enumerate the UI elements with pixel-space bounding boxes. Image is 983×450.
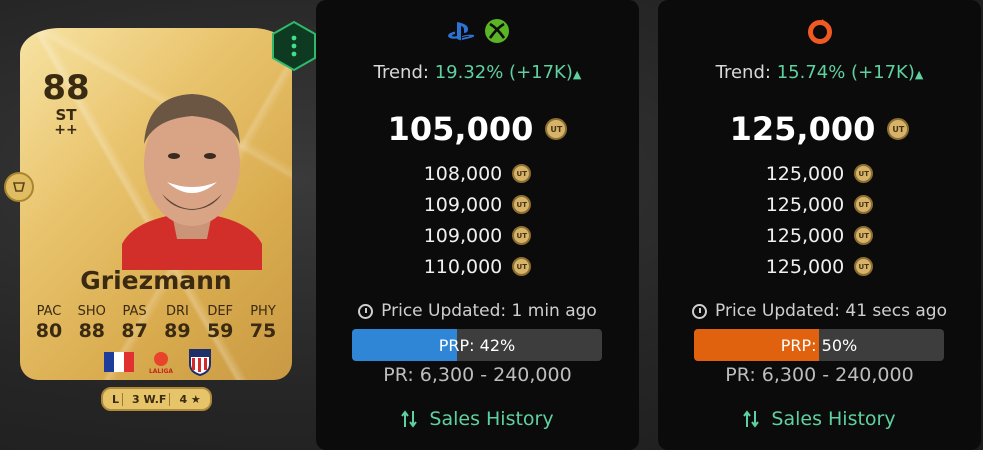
prp-bar: PRP: 50% xyxy=(694,329,944,361)
coin-icon: UT xyxy=(854,195,874,214)
sort-arrows-icon xyxy=(743,410,760,428)
coin-icon: UT xyxy=(887,118,910,140)
lowest-bin-price: 105,000 UT xyxy=(316,110,639,148)
trend-value: 19.32% (+17K) xyxy=(434,62,573,83)
card-stats: PAC 80 SHO 88 PAS 87 DRI 89 DEF 59 PHY 75 xyxy=(28,304,284,342)
price-updated: Price Updated: 1 min ago xyxy=(316,301,639,321)
card-playstyle-plus: ++ xyxy=(54,122,78,138)
player-photo xyxy=(122,94,262,270)
price-panel-console: Trend: 19.32% (+17K)▲ 105,000 UT 108,000… xyxy=(316,0,639,450)
laliga-wordmark: LALIGA xyxy=(149,368,173,375)
xbox-icon xyxy=(484,19,509,43)
price-list-item: 125,000 UT xyxy=(658,220,981,251)
price-list-item: 109,000 UT xyxy=(316,189,639,220)
card-rating: 88 xyxy=(42,68,90,108)
clock-icon xyxy=(692,303,708,319)
more-options-icon[interactable] xyxy=(270,20,318,72)
stat-def: DEF 59 xyxy=(206,304,234,342)
coin-icon: UT xyxy=(854,257,874,276)
trend-value: 15.74% (+17K) xyxy=(776,62,915,83)
player-name: Griezmann xyxy=(80,266,232,295)
price-range: PR: 6,300 - 240,000 xyxy=(725,364,914,386)
prp-bar: PRP: 42% xyxy=(352,329,602,361)
price-list-item: 109,000 UT xyxy=(316,220,639,251)
card-badges: LALIGA xyxy=(104,348,212,376)
prp-label: PRP: 42% xyxy=(438,335,516,355)
trend-text: Trend: 15.74% (+17K)▲ xyxy=(715,62,924,83)
price-updated: Price Updated: 41 secs ago xyxy=(658,301,981,321)
playstyle-icon xyxy=(4,172,34,202)
playstation-icon xyxy=(447,22,474,41)
origin-icon xyxy=(807,19,832,44)
coin-icon: UT xyxy=(512,195,532,214)
price-list-item: 108,000 UT xyxy=(316,158,639,189)
price-list: 108,000 UT 109,000 UT 109,000 UT 110,000 UT xyxy=(316,158,639,282)
price-list-item: 125,000 UT xyxy=(658,158,981,189)
weak-foot: 3 W.F xyxy=(129,392,171,406)
clock-icon xyxy=(358,303,374,319)
laliga-logo-icon: LALIGA xyxy=(149,352,173,375)
price-list-item: 125,000 UT xyxy=(658,251,981,282)
card-attributes: L 3 W.F 4 ★ xyxy=(101,387,212,411)
price-range: PR: 6,300 - 240,000 xyxy=(383,364,572,386)
trend-up-icon: ▲ xyxy=(914,68,924,81)
stat-sho: SHO 88 xyxy=(77,304,106,342)
sales-history-button[interactable]: Sales History xyxy=(658,408,981,430)
price-list-item: 110,000 UT xyxy=(316,251,639,282)
lowest-bin-price: 125,000 UT xyxy=(658,110,981,148)
coin-icon: UT xyxy=(854,226,874,245)
platform-icons xyxy=(316,16,639,46)
stat-pas: PAS 87 xyxy=(121,304,148,342)
trend-up-icon: ▲ xyxy=(572,68,582,81)
coin-icon: UT xyxy=(545,118,568,140)
platform-icons xyxy=(658,16,981,46)
preferred-foot: L xyxy=(109,392,124,406)
price-list-item: 125,000 UT xyxy=(658,189,981,220)
sort-arrows-icon xyxy=(401,410,418,428)
stat-phy: PHY 75 xyxy=(249,304,277,342)
skill-moves: 4 ★ xyxy=(179,392,201,406)
coin-icon: UT xyxy=(854,164,874,183)
coin-icon: UT xyxy=(512,164,532,183)
france-flag-icon xyxy=(104,352,134,372)
price-panel-pc: Trend: 15.74% (+17K)▲ 125,000 UT 125,000… xyxy=(658,0,981,450)
coin-icon: UT xyxy=(512,257,532,276)
stat-pac: PAC 80 xyxy=(35,304,63,342)
price-list: 125,000 UT 125,000 UT 125,000 UT 125,000 UT xyxy=(658,158,981,282)
player-card-area: 88 ST ++ Griezmann PAC 80 SHO 88 PAS 87 DRI… xyxy=(0,0,318,450)
atletico-madrid-crest-icon xyxy=(189,349,211,376)
trend-text: Trend: 19.32% (+17K)▲ xyxy=(373,62,582,83)
stat-dri: DRI 89 xyxy=(164,304,191,342)
sales-history-button[interactable]: Sales History xyxy=(316,408,639,430)
prp-label: PRP: 50% xyxy=(780,335,858,355)
coin-icon: UT xyxy=(512,226,532,245)
